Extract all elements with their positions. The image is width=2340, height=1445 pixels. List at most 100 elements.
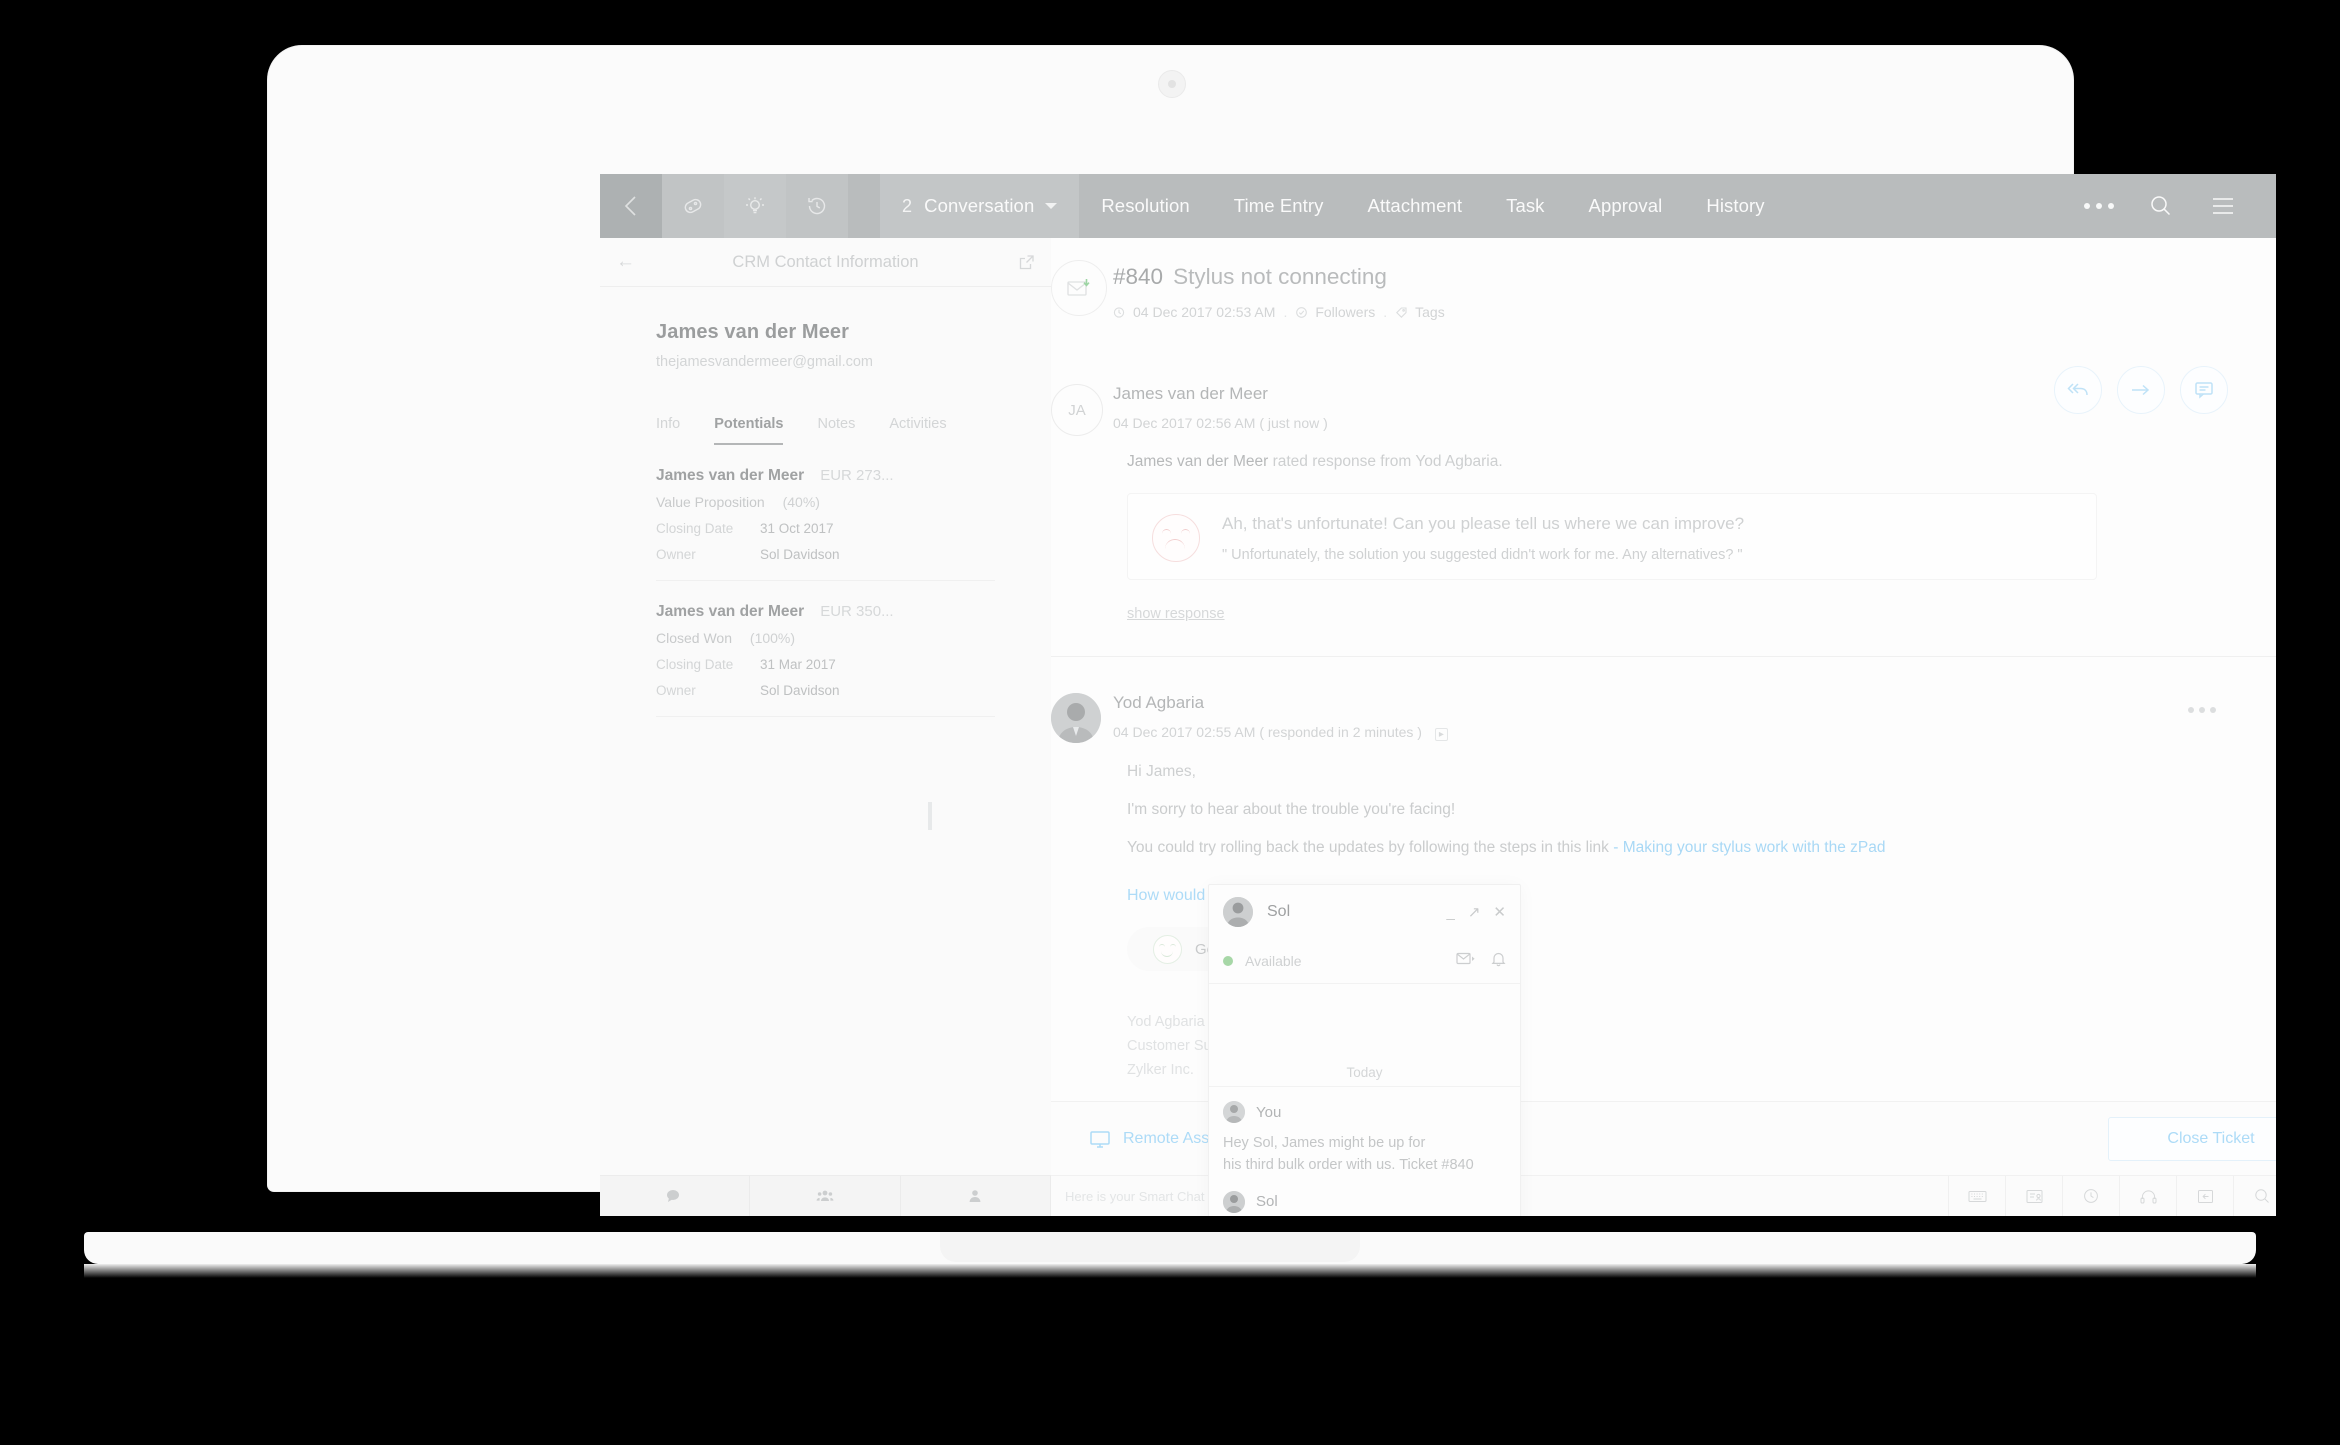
closing-date-label: Closing Date xyxy=(656,657,734,672)
person-icon[interactable] xyxy=(901,1176,1051,1216)
search-icon[interactable] xyxy=(2130,174,2192,238)
chat-message: You Hey Sol, James might be up for his t… xyxy=(1209,1087,1520,1177)
crm-tab-potentials[interactable]: Potentials xyxy=(714,416,784,445)
crm-tab-activities[interactable]: Activities xyxy=(889,416,946,445)
message-author: Yod Agbaria xyxy=(1113,693,1205,712)
ticket-header: #840 Stylus not connecting 04 Dec 2017 02… xyxy=(1051,238,2276,342)
external-link-icon[interactable] xyxy=(1009,254,1035,271)
followers-item[interactable]: Followers xyxy=(1295,304,1375,320)
clock-icon[interactable] xyxy=(2062,1176,2119,1216)
tags-item[interactable]: Tags xyxy=(1395,304,1445,320)
timestamp-value: 04 Dec 2017 02:55 AM ( responded in 2 mi… xyxy=(1113,724,1422,740)
avatar xyxy=(1223,897,1253,927)
crm-panel-header: ← CRM Contact Information xyxy=(600,238,1051,287)
close-icon[interactable]: ✕ xyxy=(1493,903,1506,921)
minimize-icon[interactable]: _ xyxy=(1447,904,1455,921)
close-ticket-button[interactable]: Close Ticket xyxy=(2108,1117,2276,1161)
panel-back-icon[interactable]: ← xyxy=(616,251,642,273)
stylus-help-link[interactable]: - Making your stylus work with the zPad xyxy=(1613,839,1885,856)
potential-probability: (100%) xyxy=(749,630,796,646)
more-icon[interactable] xyxy=(2068,174,2130,238)
crm-tab-notes[interactable]: Notes xyxy=(817,416,855,445)
search-icon[interactable] xyxy=(2233,1176,2276,1216)
chat-window-buttons: _ ↗ ✕ xyxy=(1447,903,1507,922)
webcam-icon xyxy=(1157,70,1186,98)
tab-resolution[interactable]: Resolution xyxy=(1079,174,1211,238)
monitor-icon xyxy=(1090,1130,1110,1148)
rater-name: James van der Meer xyxy=(1127,453,1269,470)
laptop-base-notch xyxy=(940,1232,1360,1262)
keyboard-icon[interactable] xyxy=(1948,1176,2005,1216)
clock-icon xyxy=(1113,306,1125,318)
crm-contact-panel: ← CRM Contact Information James van der … xyxy=(600,238,1052,1216)
potential-stage: Closed Won xyxy=(656,630,733,646)
ticket-subject: Stylus not connecting xyxy=(1173,264,1387,289)
potentials-list: James van der Meer EUR 273... Value Prop… xyxy=(600,445,1051,717)
bell-icon[interactable] xyxy=(1491,951,1506,972)
tab-conversation[interactable]: 2 Conversation xyxy=(880,174,1080,238)
message-timestamp: 04 Dec 2017 02:56 AM ( just now ) xyxy=(1113,415,1328,431)
owner-value: Sol Davidson xyxy=(760,547,840,562)
conversation-count: 2 xyxy=(902,195,913,216)
more-icon[interactable] xyxy=(2188,707,2216,713)
followers-label: Followers xyxy=(1315,304,1376,320)
ticket-meta: 04 Dec 2017 02:53 AM . Followers . Tags xyxy=(1113,304,2276,320)
message-author: James van der Meer xyxy=(1113,384,1268,403)
ticket-tabs: 2 Conversation Resolution Time Entry Att… xyxy=(880,174,1787,238)
expand-icon[interactable]: ▸ xyxy=(1434,728,1448,741)
potential-item[interactable]: James van der Meer EUR 273... Value Prop… xyxy=(656,445,995,581)
team-icon[interactable] xyxy=(750,1176,901,1216)
expand-icon[interactable]: ↗ xyxy=(1468,903,1481,921)
reply-box-icon[interactable] xyxy=(2176,1176,2233,1216)
thread-divider xyxy=(1051,656,2276,657)
app-screen: 2 Conversation Resolution Time Entry Att… xyxy=(600,174,2276,1216)
potential-name: James van der Meer xyxy=(656,603,805,620)
menu-icon[interactable] xyxy=(2192,174,2254,238)
owner-label: Owner xyxy=(656,547,696,562)
contact-email[interactable]: thejamesvandermeer@gmail.com xyxy=(656,354,995,370)
tab-time-entry[interactable]: Time Entry xyxy=(1212,174,1346,238)
message-line-1: I'm sorry to hear about the trouble you'… xyxy=(1127,801,1456,818)
back-icon[interactable] xyxy=(600,174,662,238)
chat-day-divider: Today xyxy=(1209,984,1520,1086)
chat-bubble-icon[interactable] xyxy=(600,1176,751,1216)
message-greeting: Hi James, xyxy=(1127,763,1196,780)
tab-task[interactable]: Task xyxy=(1484,174,1566,238)
potential-item[interactable]: James van der Meer EUR 350... Closed Won… xyxy=(656,581,995,717)
owner-label: Owner xyxy=(656,683,696,698)
tab-label: Task xyxy=(1506,195,1545,216)
lightbulb-icon[interactable] xyxy=(724,174,786,238)
closing-date-label: Closing Date xyxy=(656,521,734,536)
tab-label: Conversation xyxy=(924,195,1035,216)
tab-history[interactable]: History xyxy=(1684,174,1786,238)
chevron-down-icon[interactable] xyxy=(1045,203,1058,209)
contact-card-icon[interactable] xyxy=(2005,1176,2062,1216)
crm-tab-info[interactable]: Info xyxy=(656,416,680,445)
chat-author: You xyxy=(1256,1103,1282,1121)
tab-approval[interactable]: Approval xyxy=(1567,174,1685,238)
tab-label: History xyxy=(1706,195,1765,216)
chat-status-row: Available xyxy=(1209,939,1520,984)
crm-panel-footer xyxy=(600,1175,1051,1216)
mail-video-icon[interactable] xyxy=(1456,952,1477,971)
tag-icon[interactable] xyxy=(662,174,724,238)
tab-attachment[interactable]: Attachment xyxy=(1346,174,1485,238)
potential-amount: EUR 273... xyxy=(820,467,894,484)
show-response-link[interactable]: show response xyxy=(1127,606,2276,622)
resize-handle[interactable] xyxy=(928,802,932,830)
meta-separator: . xyxy=(1283,304,1288,320)
potential-name: James van der Meer xyxy=(656,467,805,484)
history-icon[interactable] xyxy=(786,174,848,238)
contact-name: James van der Meer xyxy=(656,321,850,343)
potential-probability: (40%) xyxy=(782,494,820,510)
message-item: JA James van der Meer 04 Dec 2017 02:56 … xyxy=(1051,384,2276,657)
chat-message: Sol Great! I'll take a look right away. xyxy=(1209,1177,1520,1217)
happy-face-icon xyxy=(1153,934,1182,964)
message-body: James van der Meer rated response from Y… xyxy=(1113,453,2276,471)
tab-label: Approval xyxy=(1588,195,1663,216)
headphones-icon[interactable] xyxy=(2119,1176,2176,1216)
message-line-2: You could try rolling back the updates b… xyxy=(1113,839,2276,857)
created-at-value: 04 Dec 2017 02:53 AM xyxy=(1133,304,1276,320)
status-dot xyxy=(1223,956,1233,966)
closing-date-value: 31 Oct 2017 xyxy=(760,521,834,536)
